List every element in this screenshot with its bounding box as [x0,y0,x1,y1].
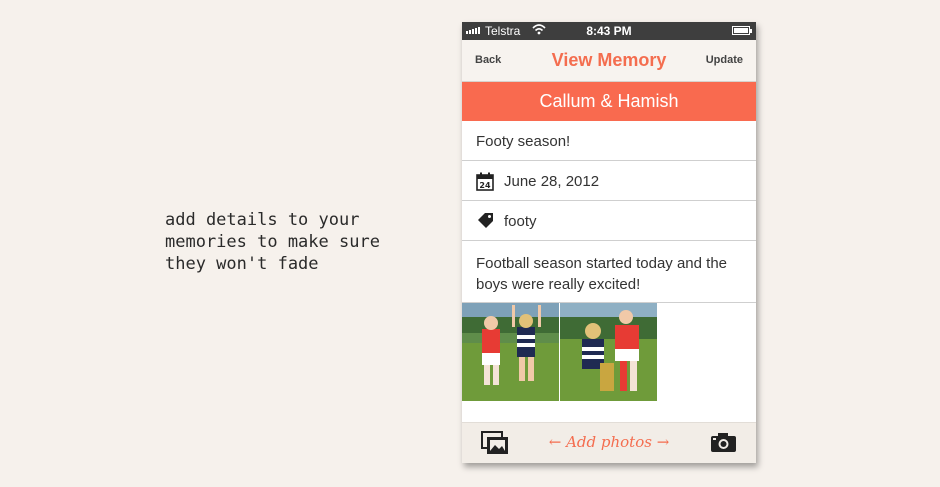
memory-notes-row[interactable]: Football season started today and the bo… [462,242,756,303]
calendar-icon: 24 [476,172,494,195]
memory-people-banner[interactable]: Callum & Hamish [462,82,756,121]
caption-line: they won't fade [165,254,319,274]
marketing-caption: add details to your memories to make sur… [165,209,425,275]
navigation-bar: Back View Memory Update [462,40,756,82]
photo-strip [462,303,658,401]
memory-tag: footy [504,213,537,230]
memory-title-row[interactable]: Footy season! [462,122,756,161]
memory-date: June 28, 2012 [504,173,600,190]
caption-line: memories to make sure [165,232,380,252]
battery-icon [732,26,752,35]
memory-date-row[interactable]: 24 June 28, 2012 [462,162,756,201]
memory-photo[interactable] [462,303,559,401]
memory-photo[interactable] [560,303,657,401]
bottom-toolbar: ← Add photos → [462,422,756,463]
calendar-day: 24 [479,181,491,190]
caption-line: add details to your [165,210,360,230]
camera-icon[interactable] [710,432,737,458]
memory-title: Footy season! [476,133,571,150]
memory-tag-row[interactable]: footy [462,202,756,241]
phone-screen: Telstra 8:43 PM Back View Memory Update … [462,22,756,463]
status-bar: Telstra 8:43 PM [462,22,756,40]
update-button[interactable]: Update [706,54,743,66]
status-time: 8:43 PM [586,24,632,38]
tag-icon [476,212,494,234]
memory-notes: Football season started today and the bo… [476,255,728,293]
